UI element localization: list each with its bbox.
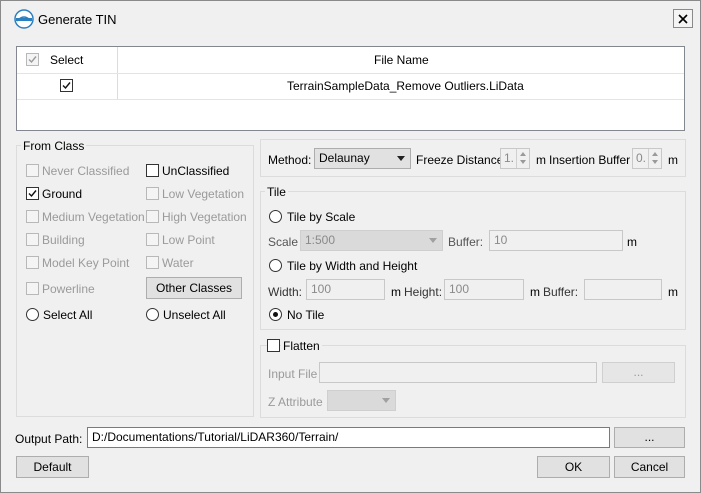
- no-tile-label[interactable]: No Tile: [287, 308, 324, 322]
- tile-by-width-height-radio[interactable]: [269, 259, 282, 272]
- method-dropdown[interactable]: Delaunay: [314, 148, 411, 169]
- spin-buttons[interactable]: [516, 149, 529, 168]
- unselect-all-radio[interactable]: [146, 308, 159, 321]
- spin-down-icon: [652, 160, 658, 164]
- low-point-checkbox[interactable]: [146, 233, 159, 246]
- water-label: Water: [162, 256, 194, 270]
- insertion-buffer-unit: m: [668, 153, 678, 167]
- building-label: Building: [42, 233, 85, 247]
- width-label: Width:: [268, 285, 303, 299]
- method-value: Delaunay: [319, 151, 370, 165]
- unselect-all-label[interactable]: Unselect All: [163, 308, 226, 322]
- chevron-down-icon: [429, 238, 437, 243]
- freeze-distance-unit: m: [536, 153, 546, 167]
- z-attribute-label: Z Attribute: [268, 395, 323, 409]
- never-classified-label: Never Classified: [42, 164, 130, 178]
- spin-buttons[interactable]: [648, 149, 661, 168]
- method-label: Method:: [268, 153, 312, 167]
- check-icon: [28, 190, 37, 198]
- buffer-input[interactable]: 10: [489, 230, 623, 251]
- app-logo-icon: [14, 9, 34, 29]
- check-icon: [62, 82, 71, 90]
- row-divider: [17, 99, 684, 100]
- insertion-buffer-label: Insertion Buffer: [549, 153, 631, 167]
- tile-by-width-height-label[interactable]: Tile by Width and Height: [287, 259, 417, 273]
- insertion-buffer-value: 0.: [636, 151, 647, 165]
- height-label: Height:: [404, 285, 443, 299]
- buffer2-unit: m: [668, 285, 678, 299]
- freeze-distance-value: 1.: [504, 151, 515, 165]
- buffer-label: Buffer:: [448, 235, 484, 249]
- never-classified-checkbox[interactable]: [26, 164, 39, 177]
- scale-dropdown[interactable]: 1:500: [300, 230, 443, 251]
- height-input[interactable]: 100: [444, 279, 524, 300]
- ground-checkbox[interactable]: [26, 187, 39, 200]
- scale-value: 1:500: [305, 233, 336, 247]
- buffer-unit: m: [627, 235, 637, 249]
- other-classes-button[interactable]: Other Classes: [146, 277, 242, 299]
- file-name-cell: TerrainSampleData_Remove Outliers.LiData: [287, 79, 524, 93]
- output-path-input[interactable]: D:/Documentations/Tutorial/LiDAR360/Terr…: [87, 427, 610, 448]
- header-divider: [17, 73, 684, 74]
- width-unit: m: [391, 285, 401, 299]
- low-vegetation-checkbox[interactable]: [146, 187, 159, 200]
- default-button[interactable]: Default: [16, 456, 89, 478]
- spin-up-icon: [652, 152, 658, 156]
- select-all-radio[interactable]: [26, 308, 39, 321]
- input-file-field[interactable]: [319, 362, 597, 383]
- input-file-browse-button[interactable]: ...: [602, 362, 675, 383]
- input-file-label: Input File: [268, 367, 318, 381]
- cancel-button[interactable]: Cancel: [614, 456, 685, 478]
- buffer2-label: Buffer:: [543, 285, 579, 299]
- chevron-down-icon: [397, 156, 405, 161]
- buffer2-input[interactable]: [584, 279, 662, 300]
- tile-by-scale-label[interactable]: Tile by Scale: [287, 210, 355, 224]
- medium-vegetation-label: Medium Vegetation: [42, 210, 145, 224]
- close-icon: [678, 14, 688, 24]
- select-column-header[interactable]: Select: [50, 53, 83, 67]
- insertion-buffer-spinbox[interactable]: 0.: [632, 148, 662, 169]
- from-class-title: From Class: [21, 139, 87, 153]
- high-vegetation-checkbox[interactable]: [146, 210, 159, 223]
- model-key-point-label: Model Key Point: [42, 256, 130, 270]
- title-bar: Generate TIN: [0, 0, 701, 38]
- low-point-label: Low Point: [162, 233, 215, 247]
- low-vegetation-label: Low Vegetation: [162, 187, 245, 201]
- spin-down-icon: [520, 160, 526, 164]
- width-input[interactable]: 100: [306, 279, 385, 300]
- file-name-column-header[interactable]: File Name: [374, 53, 429, 67]
- output-path-label: Output Path:: [15, 432, 83, 446]
- unclassified-checkbox[interactable]: [146, 164, 159, 177]
- no-tile-radio[interactable]: [269, 308, 282, 321]
- model-key-point-checkbox[interactable]: [26, 256, 39, 269]
- ground-label: Ground: [42, 187, 83, 201]
- freeze-distance-label: Freeze Distance: [416, 153, 504, 167]
- unclassified-label: UnClassified: [162, 164, 230, 178]
- building-checkbox[interactable]: [26, 233, 39, 246]
- tile-title: Tile: [265, 185, 288, 199]
- powerline-checkbox[interactable]: [26, 282, 39, 295]
- flatten-checkbox[interactable]: [267, 339, 280, 352]
- file-table: Select File Name TerrainSampleData_Remov…: [16, 46, 685, 131]
- freeze-distance-spinbox[interactable]: 1.: [500, 148, 530, 169]
- window-title: Generate TIN: [38, 12, 117, 27]
- select-all-label[interactable]: Select All: [43, 308, 92, 322]
- close-button[interactable]: [673, 9, 693, 28]
- select-all-header-checkbox[interactable]: [26, 53, 39, 66]
- water-checkbox[interactable]: [146, 256, 159, 269]
- height-unit: m: [530, 285, 540, 299]
- ok-button[interactable]: OK: [537, 456, 610, 478]
- flatten-label[interactable]: Flatten: [281, 339, 322, 353]
- z-attribute-dropdown[interactable]: [327, 390, 396, 411]
- medium-vegetation-checkbox[interactable]: [26, 210, 39, 223]
- scale-label: Scale: [268, 235, 299, 249]
- row-select-checkbox[interactable]: [60, 79, 73, 92]
- output-path-browse-button[interactable]: ...: [614, 427, 685, 448]
- check-icon: [28, 56, 37, 64]
- high-vegetation-label: High Vegetation: [162, 210, 247, 224]
- powerline-label: Powerline: [42, 282, 95, 296]
- chevron-down-icon: [382, 398, 390, 403]
- tile-by-scale-radio[interactable]: [269, 210, 282, 223]
- spin-up-icon: [520, 152, 526, 156]
